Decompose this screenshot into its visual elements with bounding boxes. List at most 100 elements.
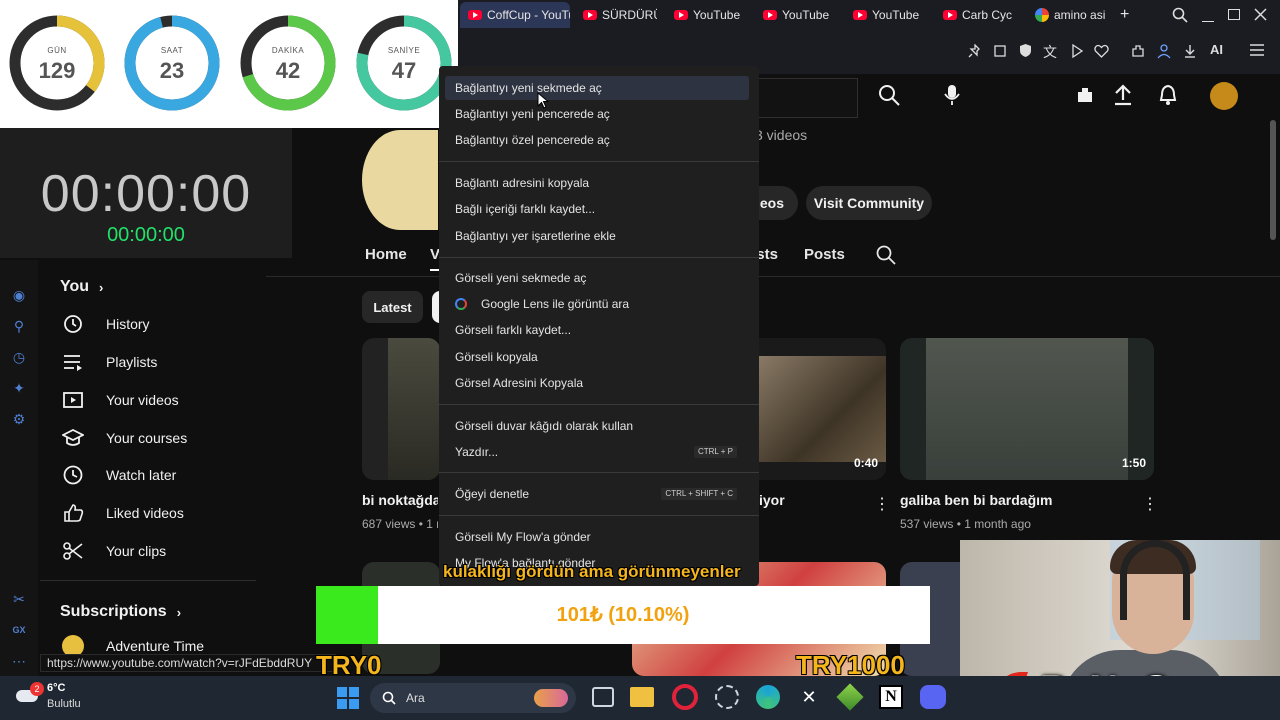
tab-posts[interactable]: Posts — [804, 246, 845, 263]
ctx-print[interactable]: Yazdır... CTRL + P — [439, 440, 759, 464]
ctx-open-image-new-tab[interactable]: Görseli yeni sekmede aç — [439, 266, 759, 290]
capcut-icon[interactable]: ✕ — [797, 685, 821, 709]
history-icon[interactable]: ◷ — [10, 348, 28, 366]
tab-videos[interactable]: Videos — [430, 246, 439, 271]
sidebar-item-your-videos[interactable]: Your videos — [60, 382, 179, 418]
heart-icon[interactable] — [1094, 44, 1109, 58]
video-duration: 1:50 — [1121, 456, 1146, 470]
opera-gx-icon[interactable] — [672, 684, 698, 710]
gear-icon[interactable]: ⚙ — [10, 410, 28, 428]
extensions-icon[interactable] — [1130, 43, 1146, 59]
bell-icon[interactable] — [1158, 84, 1178, 106]
notion-icon[interactable]: N — [879, 685, 903, 709]
sidebar-item-your-courses[interactable]: Your courses — [60, 420, 187, 456]
pin-icon[interactable]: ⚲ — [10, 317, 28, 335]
tab-home[interactable]: Home — [365, 246, 407, 263]
sidebar-item-history[interactable]: History — [60, 306, 150, 342]
task-view-icon[interactable] — [592, 687, 614, 707]
channel-search-icon[interactable] — [876, 245, 896, 265]
gx-icon[interactable]: GX — [10, 621, 28, 639]
shield-icon[interactable] — [1018, 43, 1033, 58]
tab-amino[interactable]: amino asi — [1027, 2, 1107, 28]
tab-posts-partial[interactable]: Posts — [759, 246, 778, 263]
ctx-copy-image-address[interactable]: Görsel Adresini Kopyala — [439, 371, 759, 395]
search-box-edge[interactable] — [752, 78, 858, 118]
ctx-open-new-tab[interactable]: Bağlantıyı yeni sekmede aç — [445, 76, 749, 100]
file-explorer-icon[interactable] — [630, 687, 654, 707]
history-icon — [60, 311, 86, 337]
ctx-inspect[interactable]: Öğeyi denetle CTRL + SHIFT + C — [439, 482, 759, 506]
close-icon[interactable] — [1254, 8, 1267, 21]
more-options-icon[interactable]: ⋮ — [1142, 494, 1158, 514]
tab-carb-cyc[interactable]: Carb Cyc — [935, 2, 1025, 28]
video-title[interactable]: galiba ben bi bardağım — [900, 492, 1052, 508]
sidebar-tool-icon[interactable]: ✂ — [10, 590, 28, 608]
video-thumbnail[interactable]: 1:50 — [900, 338, 1154, 480]
tab-youtube-2[interactable]: YouTube — [755, 2, 841, 28]
ctx-send-image-myflow[interactable]: Görseli My Flow'a gönder — [439, 525, 759, 549]
pin-icon[interactable] — [968, 44, 982, 58]
link-status-url: https://www.youtube.com/watch?v=rJFdEbdd… — [40, 654, 336, 672]
sidebar-item-playlists[interactable]: Playlists — [60, 344, 157, 380]
ctx-save-image-as[interactable]: Görseli farklı kaydet... — [439, 318, 759, 342]
page-scrollbar[interactable] — [1270, 120, 1276, 240]
extension-icon[interactable] — [1074, 84, 1096, 106]
weather-temp[interactable]: 6°C — [47, 682, 65, 694]
profile-icon[interactable] — [1156, 43, 1172, 59]
chevron-right-icon: › — [99, 279, 104, 295]
taskbar-search-placeholder: Ara — [406, 691, 425, 705]
tab-surduru[interactable]: SÜRDÜRÜ — [575, 2, 657, 28]
upload-icon[interactable] — [1113, 84, 1133, 106]
translate-icon[interactable]: 文 — [1043, 42, 1057, 62]
sidebar-item-watch-later[interactable]: Watch later — [60, 457, 176, 493]
ai-button[interactable]: AI — [1210, 42, 1223, 57]
windows-start-icon[interactable] — [337, 687, 359, 709]
player-icon[interactable]: ◉ — [10, 286, 28, 304]
ctx-google-lens[interactable]: Google Lens ile görüntü ara — [439, 292, 759, 316]
thumb-image — [758, 356, 886, 462]
ctx-open-private-window[interactable]: Bağlantıyı özel pencerede aç — [439, 128, 759, 152]
sidebar-item-your-clips[interactable]: Your clips — [60, 533, 166, 569]
chip-latest[interactable]: Latest — [362, 291, 423, 323]
menu-icon[interactable] — [1250, 44, 1264, 56]
ctx-copy-image[interactable]: Görseli kopyala — [439, 345, 759, 369]
ctx-copy-link[interactable]: Bağlantı adresini kopyala — [439, 171, 759, 195]
weather-desc[interactable]: Bulutlu — [47, 698, 81, 710]
extensions-icon[interactable]: ✦ — [10, 379, 28, 397]
search-icon[interactable] — [1172, 7, 1188, 23]
app-icon[interactable] — [715, 685, 739, 709]
weather-icon[interactable]: 2 — [14, 682, 44, 704]
new-tab-button[interactable]: + — [1112, 2, 1136, 28]
sidebar-subscriptions[interactable]: Subscriptions › — [60, 594, 181, 630]
screenshot-icon[interactable] — [993, 44, 1007, 58]
video-thumbnail[interactable]: 0:40 — [756, 338, 886, 480]
more-icon[interactable]: ⋯ — [10, 652, 28, 670]
donation-progress-text: 101₺ (10.10%) — [556, 604, 690, 626]
ctx-set-wallpaper[interactable]: Görseli duvar kâğıdı olarak kullan — [439, 414, 759, 438]
video-title[interactable]: bi noktağda — [362, 492, 438, 508]
sidebar-item-liked-videos[interactable]: Liked videos — [60, 495, 184, 531]
tab-coffcup[interactable]: CoffCup - YouTube — [460, 2, 570, 28]
video-thumbnail[interactable] — [362, 338, 440, 480]
sidebar-you[interactable]: You › — [60, 269, 103, 305]
maximize-icon[interactable] — [1228, 9, 1240, 20]
microphone-icon[interactable] — [944, 84, 960, 106]
avatar[interactable] — [1210, 82, 1238, 110]
ctx-open-new-window[interactable]: Bağlantıyı yeni pencerede aç — [439, 102, 759, 126]
search-icon[interactable] — [878, 84, 900, 106]
download-icon[interactable] — [1182, 43, 1198, 59]
discord-icon[interactable] — [920, 685, 946, 709]
ctx-bookmark-link[interactable]: Bağlantıyı yer işaretlerine ekle — [439, 224, 759, 248]
taskbar-search[interactable]: Ara — [370, 683, 576, 713]
tab-youtube-3[interactable]: YouTube — [845, 2, 931, 28]
video-title[interactable]: iyor — [759, 492, 785, 508]
tab-youtube-1[interactable]: YouTube — [666, 2, 752, 28]
minecraft-icon[interactable] — [836, 683, 864, 711]
visit-community-button[interactable]: Visit Community — [806, 186, 932, 220]
more-options-icon[interactable]: ⋮ — [874, 494, 890, 514]
minimize-icon[interactable] — [1202, 6, 1214, 22]
ctx-save-link-as[interactable]: Bağlı içeriği farklı kaydet... — [439, 197, 759, 221]
video-meta: 687 views • 1 m — [362, 517, 438, 531]
play-icon[interactable] — [1070, 44, 1084, 58]
edge-icon[interactable] — [756, 685, 780, 709]
